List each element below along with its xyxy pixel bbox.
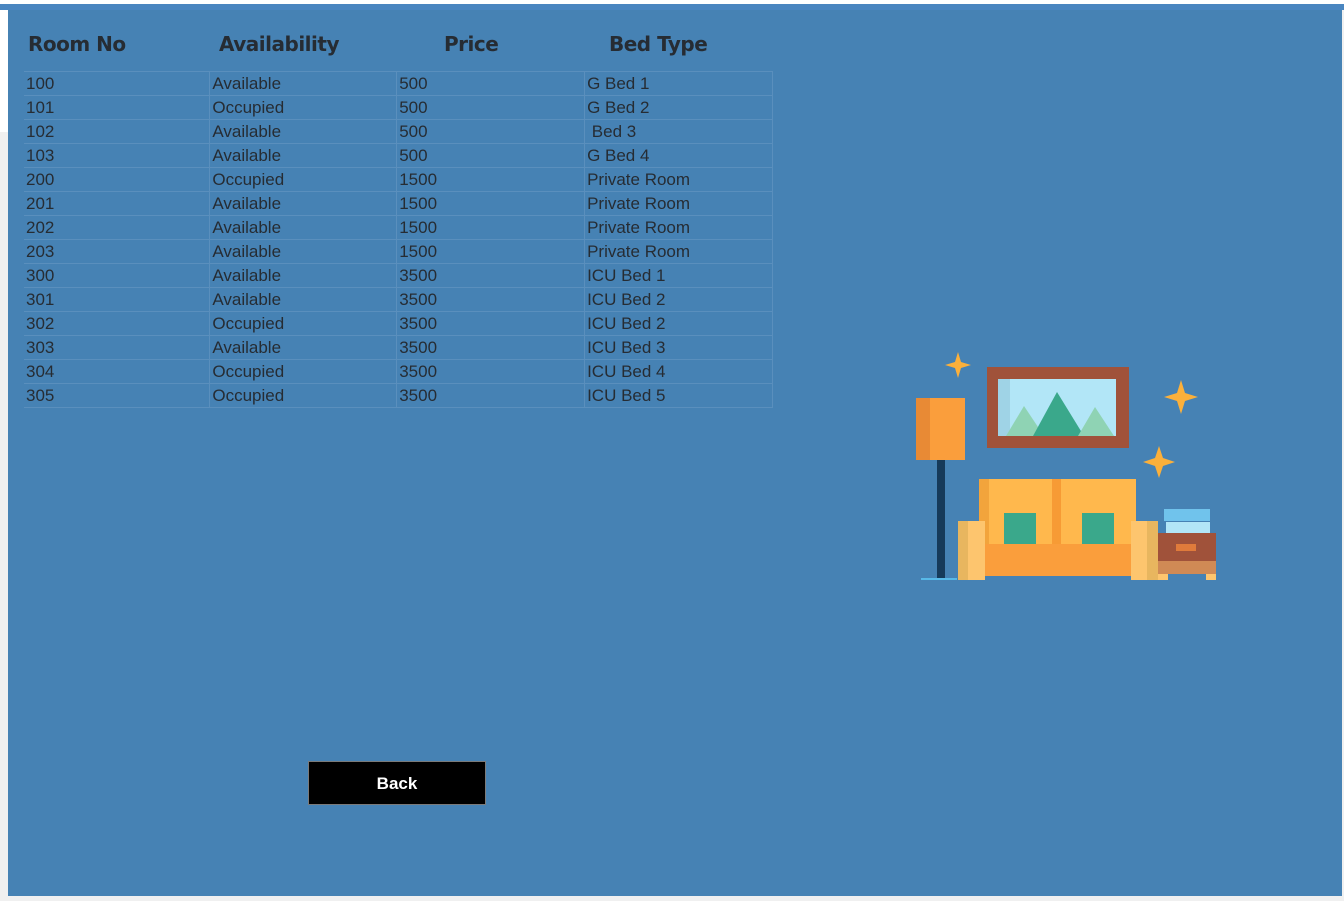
cell-price[interactable]: 3500	[396, 383, 585, 408]
cell-availability[interactable]: Available	[209, 335, 397, 360]
cell-room-no[interactable]: 202	[24, 215, 210, 240]
cell-room-no[interactable]: 203	[24, 239, 210, 264]
picture-frame-icon	[987, 367, 1129, 448]
header-price: Price	[444, 32, 499, 56]
cell-bed-type[interactable]: ICU Bed 2	[584, 287, 773, 312]
table-row[interactable]: 305 Occupied 3500 ICU Bed 5	[24, 383, 773, 408]
cell-room-no[interactable]: 103	[24, 143, 210, 168]
cell-bed-type[interactable]: Private Room	[584, 191, 773, 216]
cell-room-no[interactable]: 301	[24, 287, 210, 312]
cell-bed-type[interactable]: Private Room	[584, 239, 773, 264]
cell-availability[interactable]: Occupied	[209, 167, 397, 192]
table-row[interactable]: 203 Available 1500 Private Room	[24, 239, 773, 264]
cell-price[interactable]: 1500	[396, 191, 585, 216]
cell-availability[interactable]: Available	[209, 191, 397, 216]
cell-price[interactable]: 500	[396, 143, 585, 168]
cell-room-no[interactable]: 102	[24, 119, 210, 144]
table-row[interactable]: 200 Occupied 1500 Private Room	[24, 167, 773, 192]
table-row[interactable]: 302 Occupied 3500 ICU Bed 2	[24, 311, 773, 336]
table-header: Room No Availability Price Bed Type	[8, 32, 808, 62]
cell-price[interactable]: 1500	[396, 167, 585, 192]
cell-bed-type[interactable]: Bed 3	[584, 119, 773, 144]
table-row[interactable]: 301 Available 3500 ICU Bed 2	[24, 287, 773, 312]
cell-availability[interactable]: Occupied	[209, 359, 397, 384]
cell-price[interactable]: 3500	[396, 335, 585, 360]
cell-price[interactable]: 500	[396, 71, 585, 96]
cell-bed-type[interactable]: ICU Bed 5	[584, 383, 773, 408]
header-room-no: Room No	[28, 32, 126, 56]
cell-room-no[interactable]: 303	[24, 335, 210, 360]
cell-bed-type[interactable]: G Bed 1	[584, 71, 773, 96]
sofa-icon	[958, 479, 1158, 580]
header-availability: Availability	[219, 32, 340, 56]
cell-bed-type[interactable]: Private Room	[584, 167, 773, 192]
side-table-icon	[1158, 509, 1216, 580]
cell-price[interactable]: 1500	[396, 239, 585, 264]
cell-price[interactable]: 3500	[396, 287, 585, 312]
cell-room-no[interactable]: 101	[24, 95, 210, 120]
cell-availability[interactable]: Occupied	[209, 383, 397, 408]
rooms-table[interactable]: 100 Available 500 G Bed 1 101 Occupied 500 G Be…	[24, 71, 773, 408]
cell-availability[interactable]: Occupied	[209, 311, 397, 336]
table-row[interactable]: 103 Available 500 G Bed 4	[24, 143, 773, 168]
cell-bed-type[interactable]: ICU Bed 2	[584, 311, 773, 336]
cell-price[interactable]: 3500	[396, 263, 585, 288]
cell-price[interactable]: 3500	[396, 311, 585, 336]
table-row[interactable]: 300 Available 3500 ICU Bed 1	[24, 263, 773, 288]
floor-lamp-icon	[916, 398, 965, 580]
cell-bed-type[interactable]: G Bed 2	[584, 95, 773, 120]
cell-room-no[interactable]: 100	[24, 71, 210, 96]
table-row[interactable]: 304 Occupied 3500 ICU Bed 4	[24, 359, 773, 384]
cell-room-no[interactable]: 300	[24, 263, 210, 288]
cell-price[interactable]: 500	[396, 119, 585, 144]
cell-room-no[interactable]: 200	[24, 167, 210, 192]
table-row[interactable]: 303 Available 3500 ICU Bed 3	[24, 335, 773, 360]
cell-bed-type[interactable]: ICU Bed 3	[584, 335, 773, 360]
cell-room-no[interactable]: 302	[24, 311, 210, 336]
table-row[interactable]: 102 Available 500 Bed 3	[24, 119, 773, 144]
cell-room-no[interactable]: 305	[24, 383, 210, 408]
cell-price[interactable]: 3500	[396, 359, 585, 384]
cell-availability[interactable]: Available	[209, 263, 397, 288]
cell-availability[interactable]: Available	[209, 71, 397, 96]
table-row[interactable]: 100 Available 500 G Bed 1	[24, 71, 773, 96]
rooms-panel: Room No Availability Price Bed Type 100 A…	[8, 10, 1342, 896]
table-row[interactable]: 101 Occupied 500 G Bed 2	[24, 95, 773, 120]
cell-price[interactable]: 1500	[396, 215, 585, 240]
cell-availability[interactable]: Available	[209, 119, 397, 144]
table-row[interactable]: 202 Available 1500 Private Room	[24, 215, 773, 240]
room-sofa-illustration	[916, 352, 1216, 580]
cell-room-no[interactable]: 201	[24, 191, 210, 216]
cell-availability[interactable]: Available	[209, 287, 397, 312]
window-left-edge	[0, 10, 8, 132]
cell-price[interactable]: 500	[396, 95, 585, 120]
cell-availability[interactable]: Available	[209, 239, 397, 264]
cell-availability[interactable]: Available	[209, 215, 397, 240]
cell-bed-type[interactable]: Private Room	[584, 215, 773, 240]
cell-bed-type[interactable]: ICU Bed 1	[584, 263, 773, 288]
cell-room-no[interactable]: 304	[24, 359, 210, 384]
header-bed-type: Bed Type	[609, 32, 708, 56]
cell-availability[interactable]: Available	[209, 143, 397, 168]
cell-bed-type[interactable]: G Bed 4	[584, 143, 773, 168]
back-button[interactable]: Back	[308, 761, 486, 805]
cell-availability[interactable]: Occupied	[209, 95, 397, 120]
cell-bed-type[interactable]: ICU Bed 4	[584, 359, 773, 384]
table-row[interactable]: 201 Available 1500 Private Room	[24, 191, 773, 216]
